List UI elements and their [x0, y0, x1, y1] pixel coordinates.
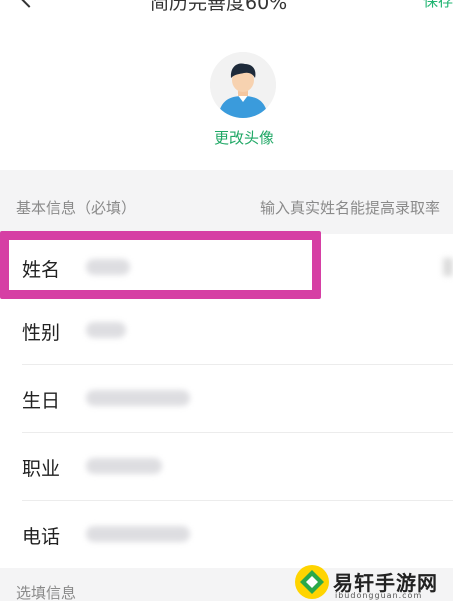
user-avatar-icon: [210, 52, 276, 118]
field-value-name[interactable]: [86, 259, 130, 275]
field-row-occupation[interactable]: 职业: [0, 433, 453, 501]
field-value-gender[interactable]: [86, 322, 126, 338]
optional-info-title: 选填信息: [16, 582, 76, 603]
field-value-phone[interactable]: [86, 526, 190, 542]
basic-info-hint: 输入真实姓名能提高录取率: [260, 197, 440, 218]
avatar[interactable]: [210, 52, 276, 118]
site-watermark: 易轩手游网 ibudongguan.com: [295, 565, 445, 601]
field-label-name: 姓名: [22, 255, 60, 282]
field-row-birthday[interactable]: 生日: [0, 365, 453, 433]
back-arrow-icon[interactable]: [16, 0, 41, 8]
basic-info-title: 基本信息（必填）: [16, 197, 136, 218]
top-nav-bar: 简历完善度60% 保存: [0, 0, 453, 14]
field-row-name[interactable]: 姓名: [0, 234, 453, 302]
field-value-birthday[interactable]: [86, 390, 190, 406]
change-avatar-link[interactable]: 更改头像: [0, 127, 453, 148]
field-value-occupation[interactable]: [86, 458, 162, 474]
field-label-birthday: 生日: [22, 386, 60, 413]
field-row-gender[interactable]: 性别: [0, 297, 453, 365]
field-label-phone: 电话: [22, 522, 60, 549]
field-label-occupation: 职业: [22, 454, 60, 481]
watermark-sub: ibudongguan.com: [335, 591, 422, 600]
field-extra-name: [443, 258, 453, 276]
field-label-gender: 性别: [22, 318, 60, 345]
field-row-phone[interactable]: 电话: [0, 501, 453, 569]
watermark-logo-icon: [295, 565, 329, 599]
page-title: 简历完善度60%: [150, 0, 287, 14]
basic-info-section-header: 基本信息（必填） 输入真实姓名能提高录取率: [0, 170, 453, 234]
save-button[interactable]: 保存: [423, 0, 453, 11]
